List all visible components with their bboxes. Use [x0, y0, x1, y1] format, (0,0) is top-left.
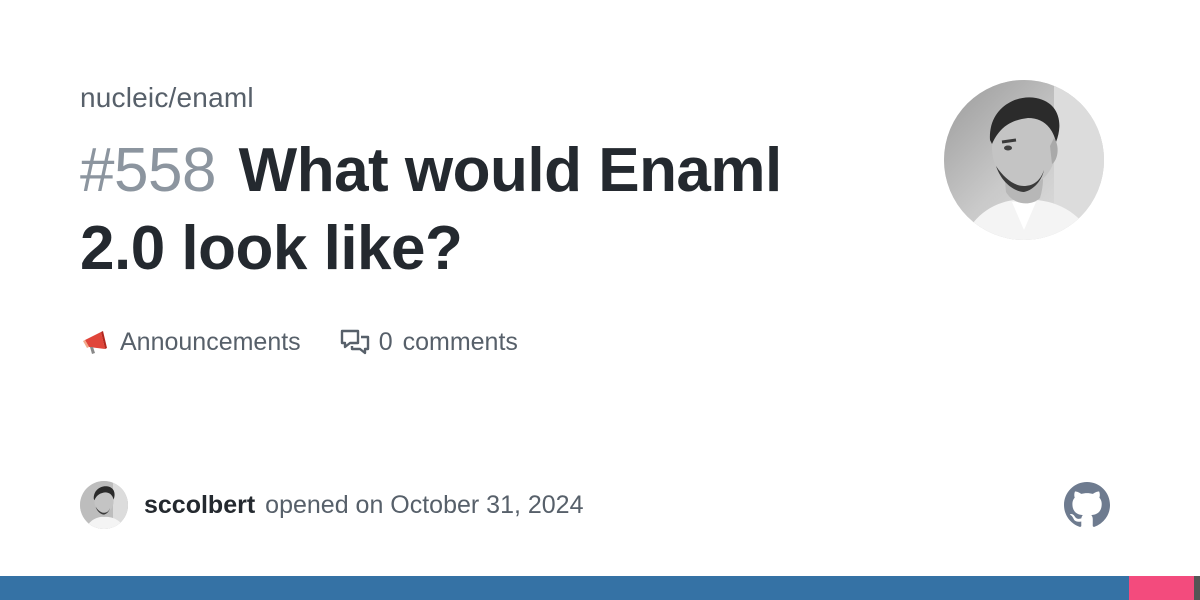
category-label: Announcements [120, 327, 301, 356]
language-bar-segment [1193, 576, 1200, 600]
language-bar-segment [0, 576, 1130, 600]
issue-number: #558 [80, 136, 216, 205]
language-bar-segment [1129, 576, 1194, 600]
opened-date: opened on October 31, 2024 [265, 490, 584, 519]
comments-link[interactable]: 0 comments [339, 326, 518, 358]
author-name[interactable]: sccolbert [144, 491, 255, 520]
comments-label: comments [402, 327, 518, 356]
author-avatar[interactable] [80, 481, 128, 529]
language-bar [0, 576, 1200, 600]
author-avatar-large [944, 80, 1104, 240]
issue-footer: sccolbert opened on October 31, 2024 [80, 481, 583, 529]
issue-meta: Announcements 0 comments [80, 322, 518, 362]
category-link[interactable]: Announcements [80, 326, 301, 358]
comment-discussion-icon [339, 326, 371, 358]
megaphone-icon [80, 326, 112, 358]
comment-count: 0 [378, 327, 393, 356]
issue-title-block: #558 What would Enaml 2.0 look like? [80, 132, 870, 288]
github-logo-icon[interactable] [1064, 482, 1110, 528]
repo-name[interactable]: nucleic/enaml [80, 80, 254, 116]
